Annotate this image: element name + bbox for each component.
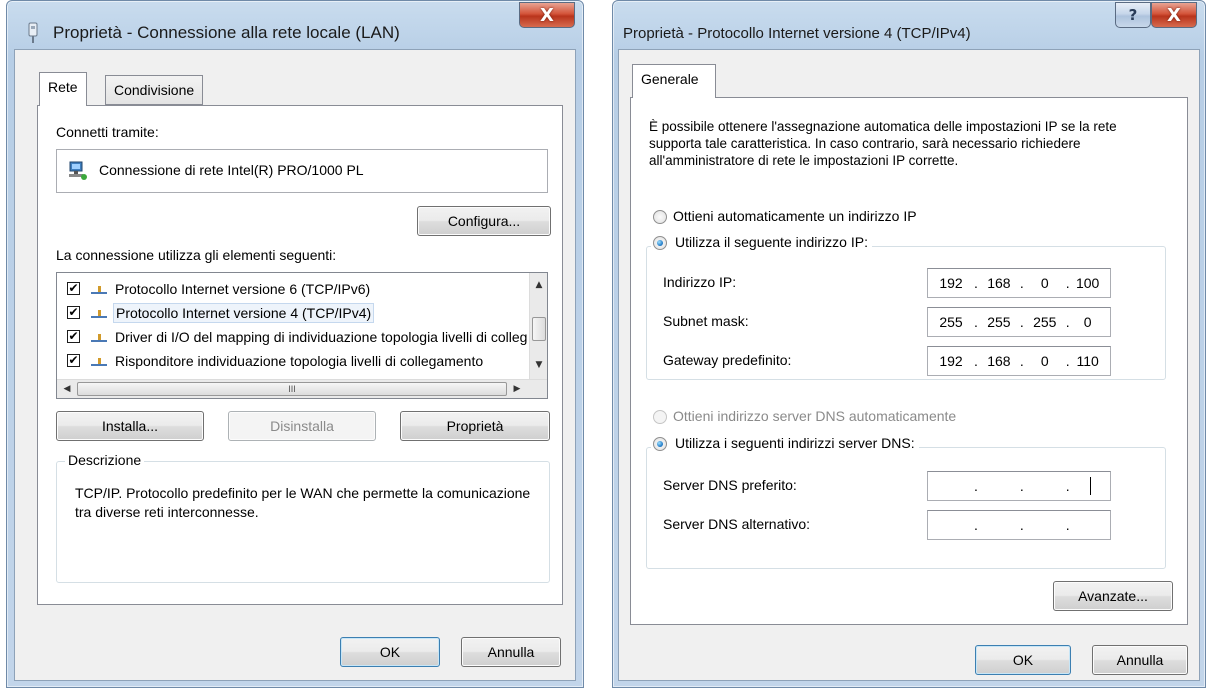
auto-ip-radio[interactable] [653,210,667,224]
tab-generale[interactable]: Generale [632,64,716,98]
window-title: Proprietà - Protocollo Internet versione… [623,25,971,42]
manual-ip-label[interactable]: Utilizza il seguente indirizzo IP: [675,234,868,250]
vertical-scrollbar[interactable]: ▲ ▼ [529,273,547,379]
list-item[interactable]: ✔ Risponditore individuazione topologia … [57,351,527,371]
subnet-mask-label: Subnet mask: [663,313,749,329]
protocol-icon [91,358,107,366]
manual-dns-label[interactable]: Utilizza i seguenti indirizzi server DNS… [675,435,915,451]
list-item[interactable]: ✔ Protocollo Internet versione 6 (TCP/IP… [57,279,527,303]
protocol-icon [91,286,107,294]
protocol-icon [91,334,107,342]
alternate-dns-label: Server DNS alternativo: [663,516,811,532]
manual-dns-header: Utilizza i seguenti indirizzi server DNS… [651,433,919,455]
cancel-button[interactable]: Annulla [1092,645,1188,675]
description-group: Descrizione TCP/IP. Protocollo predefini… [56,452,550,583]
scroll-up-arrow-icon[interactable]: ▲ [531,277,547,293]
tab-panel-rete: Connetti tramite: Connessione di rete In… [37,105,563,605]
ok-button[interactable]: OK [340,637,440,667]
close-button[interactable]: X [519,2,575,28]
item-checkbox[interactable]: ✔ [67,306,80,319]
scroll-thumb[interactable]: III [77,382,507,396]
horizontal-scrollbar[interactable]: ◀ III ▶ [57,379,547,398]
tab-panel-generale: È possibile ottenere l'assegnazione auto… [630,97,1188,625]
network-adapter-icon [28,22,38,43]
network-connection-icon [69,161,87,180]
manual-ip-radio[interactable] [653,236,667,250]
item-checkbox[interactable]: ✔ [67,330,80,343]
auto-ip-label[interactable]: Ottieni automaticamente un indirizzo IP [673,208,917,224]
description-text: TCP/IP. Protocollo predefinito per le WA… [75,485,531,520]
tab-rete[interactable]: Rete [39,72,87,106]
intro-text: È possibile ottenere l'assegnazione auto… [649,119,1117,168]
scroll-thumb[interactable] [532,317,546,341]
item-label: Driver di I/O del mapping di individuazi… [115,329,527,345]
ip-address-label: Indirizzo IP: [663,274,737,290]
item-label: Protocollo Internet versione 6 (TCP/IPv6… [115,281,371,297]
close-button[interactable]: X [1151,2,1197,28]
adapter-display-box: Connessione di rete Intel(R) PRO/1000 PL [56,149,548,193]
item-checkbox[interactable]: ✔ [67,282,80,295]
manual-dns-group [646,447,1166,569]
manual-dns-radio[interactable] [653,437,667,451]
list-item-selected[interactable]: ✔ Protocollo Internet versione 4 (TCP/IP… [57,303,527,327]
titlebar[interactable]: Proprietà - Connessione alla rete locale… [7,1,583,49]
subnet-mask-field[interactable]: 255. 255. 255. 0 [927,307,1111,337]
description-title: Descrizione [65,452,145,468]
lan-properties-window: Proprietà - Connessione alla rete locale… [6,0,584,688]
auto-dns-label[interactable]: Ottieni indirizzo server DNS automaticam… [673,408,956,424]
item-label: Risponditore individuazione topologia li… [115,353,484,369]
list-item[interactable]: ✔ Driver di I/O del mapping di individua… [57,327,527,351]
install-button[interactable]: Installa... [56,411,204,441]
gateway-field[interactable]: 192. 168. 0. 110 [927,346,1111,376]
auto-dns-radio[interactable] [653,410,667,424]
advanced-button[interactable]: Avanzate... [1053,581,1173,611]
gateway-label: Gateway predefinito: [663,352,792,368]
dialog-client-area: Rete Condivisione Connetti tramite: Conn… [14,49,576,681]
adapter-name: Connessione di rete Intel(R) PRO/1000 PL [99,162,364,178]
cancel-button[interactable]: Annulla [461,637,561,667]
properties-button[interactable]: Proprietà [400,411,550,441]
window-title: Proprietà - Connessione alla rete locale… [53,23,400,42]
items-label: La connessione utilizza gli elementi seg… [56,247,337,263]
components-listview[interactable]: ✔ Protocollo Internet versione 6 (TCP/IP… [56,272,548,399]
preferred-dns-label: Server DNS preferito: [663,477,797,493]
titlebar[interactable]: Proprietà - Protocollo Internet versione… [613,1,1205,49]
uninstall-button[interactable]: Disinstalla [228,411,376,441]
scroll-right-arrow-icon[interactable]: ▶ [509,381,525,397]
tab-condivisione[interactable]: Condivisione [105,75,204,105]
preferred-dns-field[interactable]: . . . [927,471,1111,501]
ipv4-properties-window: Proprietà - Protocollo Internet versione… [612,0,1206,688]
protocol-icon [91,310,107,318]
configure-button[interactable]: Configura... [417,206,551,236]
ok-button[interactable]: OK [975,645,1071,675]
alternate-dns-field[interactable]: . . . [927,510,1111,540]
text-cursor [1089,477,1091,495]
help-button[interactable]: ? [1115,2,1151,28]
manual-ip-header: Utilizza il seguente indirizzo IP: [651,232,872,254]
item-checkbox[interactable]: ✔ [67,354,80,367]
item-label: Protocollo Internet versione 4 (TCP/IPv4… [113,303,375,323]
connect-using-label: Connetti tramite: [56,124,159,140]
dialog-client-area: Generale È possibile ottenere l'assegnaz… [618,49,1200,681]
scroll-left-arrow-icon[interactable]: ◀ [59,381,75,397]
ip-address-field[interactable]: 192. 168. 0. 100 [927,268,1111,298]
scroll-down-arrow-icon[interactable]: ▼ [531,357,547,373]
